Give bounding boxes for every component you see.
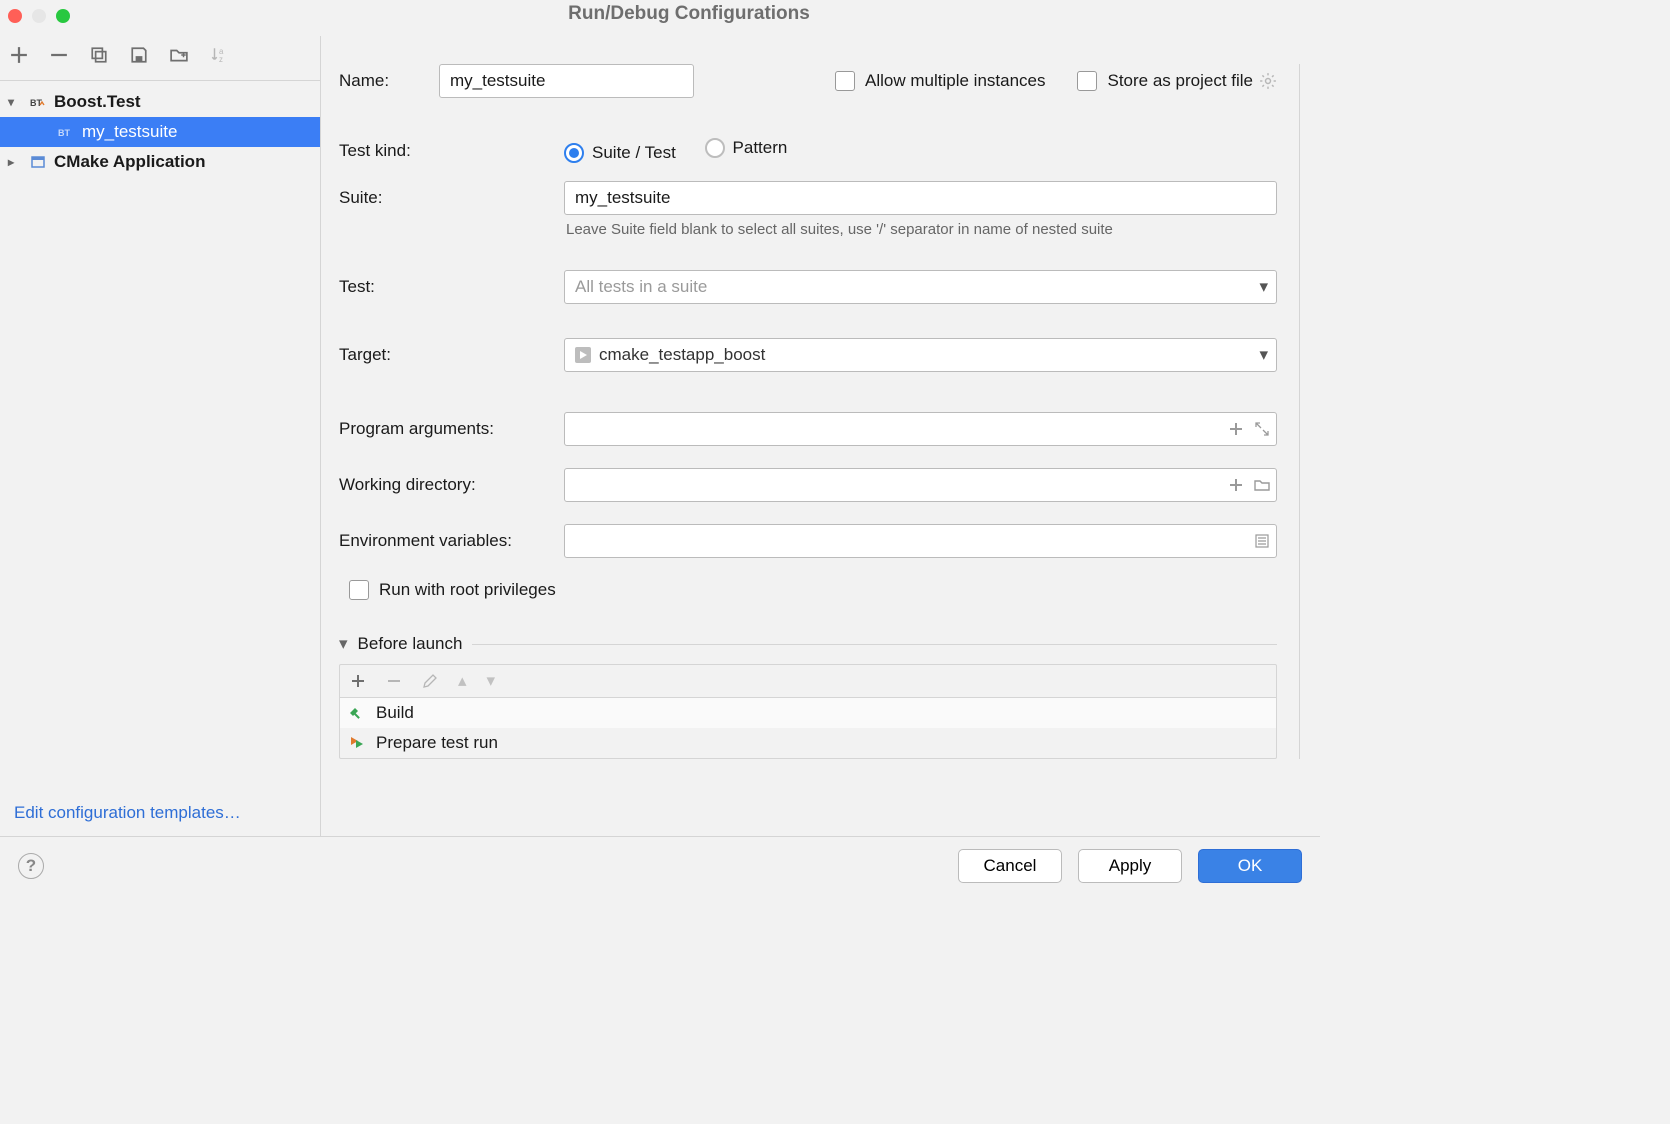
ok-button[interactable]: OK — [1198, 849, 1302, 883]
svg-text:BT: BT — [58, 128, 70, 138]
boost-test-icon: BT — [56, 124, 76, 140]
environment-variables-label: Environment variables: — [339, 531, 564, 551]
working-directory-input[interactable] — [564, 468, 1277, 502]
copy-icon[interactable] — [88, 44, 110, 66]
plus-icon[interactable] — [1228, 421, 1244, 437]
tree-label: CMake Application — [54, 152, 205, 172]
checkbox-label: Store as project file — [1107, 71, 1253, 91]
tree-label: Boost.Test — [54, 92, 141, 112]
target-label: Target: — [339, 345, 564, 365]
checkbox-icon — [349, 580, 369, 600]
task-label: Prepare test run — [376, 733, 498, 753]
chevron-right-icon: ▸ — [8, 155, 22, 169]
before-launch-task-build[interactable]: Build — [340, 698, 1276, 728]
svg-text:z: z — [219, 55, 223, 64]
dropdown-value: cmake_testapp_boost — [599, 338, 765, 372]
boost-test-icon: BT — [28, 94, 48, 110]
sidebar: az ▾ BT Boost.Test BT my_testsuite — [0, 36, 321, 837]
run-with-root-checkbox[interactable]: Run with root privileges — [349, 580, 556, 600]
checkbox-icon — [835, 71, 855, 91]
chevron-down-icon: ▾ — [8, 95, 22, 109]
program-arguments-label: Program arguments: — [339, 419, 564, 439]
chevron-down-icon: ▾ — [1259, 338, 1268, 372]
checkbox-label: Allow multiple instances — [865, 71, 1045, 91]
test-kind-suite-test-radio[interactable]: Suite / Test — [564, 143, 676, 163]
before-launch-label: Before launch — [358, 634, 463, 654]
program-arguments-input[interactable] — [564, 412, 1277, 446]
name-label: Name: — [339, 71, 439, 91]
tree-node-cmake-application[interactable]: ▸ CMake Application — [0, 147, 320, 177]
sidebar-toolbar: az — [0, 36, 320, 81]
hammer-icon — [346, 705, 366, 721]
store-as-project-file-checkbox[interactable]: Store as project file — [1077, 71, 1253, 91]
window-controls — [8, 9, 70, 23]
chevron-down-icon: ▾ — [1259, 270, 1268, 304]
remove-icon — [386, 673, 402, 689]
move-up-icon: ▴ — [458, 671, 467, 691]
apply-button[interactable]: Apply — [1078, 849, 1182, 883]
config-form: Name: Allow multiple instances Store as … — [321, 36, 1320, 837]
dropdown-value: All tests in a suite — [575, 270, 707, 304]
expand-icon[interactable] — [1254, 421, 1270, 437]
radio-label: Suite / Test — [592, 143, 676, 163]
run-debug-configurations-dialog: Run/Debug Configurations — [0, 0, 1320, 895]
remove-icon[interactable] — [48, 44, 70, 66]
window-title: Run/Debug Configurations — [70, 0, 1308, 39]
before-launch-task-prepare-test-run[interactable]: Prepare test run — [340, 728, 1276, 758]
environment-variables-input[interactable] — [564, 524, 1277, 558]
suite-hint: Leave Suite field blank to select all su… — [566, 221, 1275, 238]
edit-configuration-templates-link[interactable]: Edit configuration templates… — [14, 803, 241, 822]
edit-icon — [422, 673, 438, 689]
cancel-button[interactable]: Cancel — [958, 849, 1062, 883]
checkbox-label: Run with root privileges — [379, 580, 556, 600]
allow-multiple-checkbox[interactable]: Allow multiple instances — [835, 71, 1045, 91]
before-launch-panel: ▴ ▾ Build Prepare test run — [339, 664, 1277, 759]
test-dropdown[interactable]: All tests in a suite ▾ — [564, 270, 1277, 304]
add-icon[interactable] — [8, 44, 30, 66]
sort-icon: az — [208, 44, 230, 66]
name-input[interactable] — [439, 64, 694, 98]
task-label: Build — [376, 703, 414, 723]
dialog-footer: ? Cancel Apply OK — [0, 836, 1320, 895]
working-directory-label: Working directory: — [339, 475, 564, 495]
suite-input[interactable] — [564, 181, 1277, 215]
help-icon[interactable]: ? — [18, 853, 44, 879]
divider — [472, 644, 1277, 645]
folder-icon[interactable] — [1254, 477, 1270, 493]
add-icon[interactable] — [350, 673, 366, 689]
target-dropdown[interactable]: cmake_testapp_boost ▾ — [564, 338, 1277, 372]
move-down-icon: ▾ — [487, 671, 496, 691]
before-launch-toolbar: ▴ ▾ — [340, 665, 1276, 698]
radio-label: Pattern — [733, 138, 788, 158]
tree-label: my_testsuite — [82, 122, 177, 142]
titlebar: Run/Debug Configurations — [0, 0, 1320, 36]
cmake-app-icon — [28, 154, 48, 170]
suite-label: Suite: — [339, 188, 564, 208]
plus-icon[interactable] — [1228, 477, 1244, 493]
test-kind-label: Test kind: — [339, 141, 564, 161]
list-icon[interactable] — [1254, 533, 1270, 549]
window-close-icon[interactable] — [8, 9, 22, 23]
window-minimize-icon — [32, 9, 46, 23]
config-tree: ▾ BT Boost.Test BT my_testsuite ▸ — [0, 81, 320, 793]
chevron-down-icon[interactable]: ▾ — [339, 634, 348, 654]
folder-add-icon[interactable] — [168, 44, 190, 66]
run-flag-icon — [346, 735, 366, 751]
target-icon — [575, 347, 591, 363]
gear-icon[interactable] — [1259, 72, 1277, 90]
radio-on-icon — [564, 143, 584, 163]
tree-node-my-testsuite[interactable]: BT my_testsuite — [0, 117, 320, 147]
save-icon[interactable] — [128, 44, 150, 66]
test-kind-pattern-radio[interactable]: Pattern — [705, 138, 788, 158]
tree-node-boost-test[interactable]: ▾ BT Boost.Test — [0, 87, 320, 117]
window-zoom-icon[interactable] — [56, 9, 70, 23]
checkbox-icon — [1077, 71, 1097, 91]
test-label: Test: — [339, 277, 564, 297]
radio-off-icon — [705, 138, 725, 158]
